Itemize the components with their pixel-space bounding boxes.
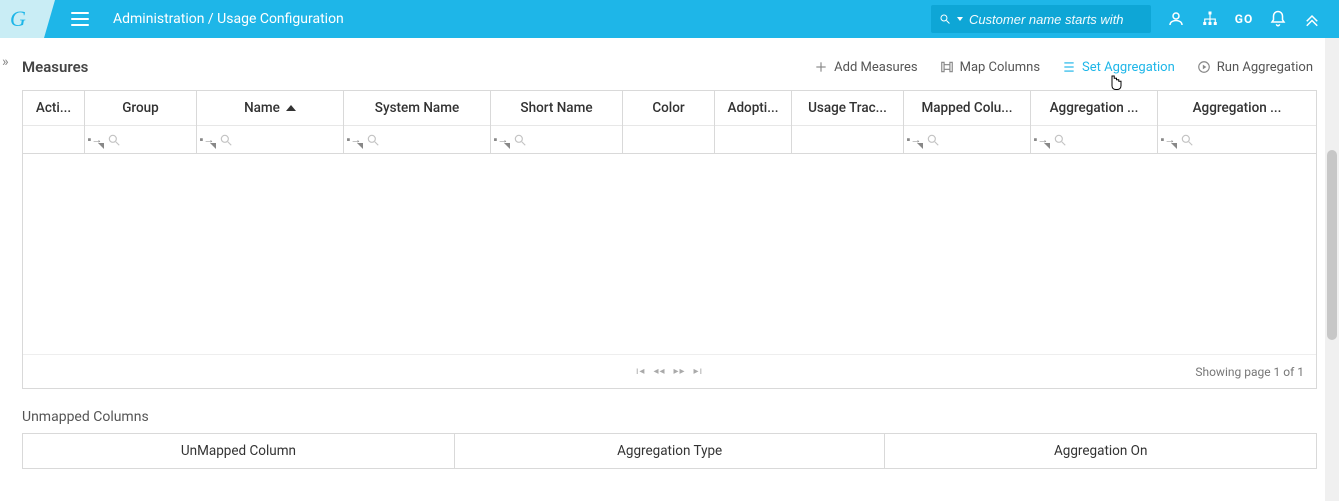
col-name-label: Name: [244, 100, 280, 116]
col-system-name[interactable]: System Name: [344, 91, 490, 125]
filter-operator-icon[interactable]: ▪→: [199, 132, 215, 148]
logo-letter: G: [10, 6, 26, 32]
filter-search-icon[interactable]: [107, 133, 121, 147]
map-columns-icon: [940, 60, 954, 74]
go-label[interactable]: GO: [1235, 10, 1253, 28]
set-aggregation-button[interactable]: Set Aggregation: [1062, 60, 1175, 75]
set-aggregation-label: Set Aggregation: [1082, 60, 1175, 75]
unmapped-grid: UnMapped Column Aggregation Type Aggrega…: [22, 433, 1317, 469]
filter-operator-icon[interactable]: ▪→: [493, 132, 509, 148]
map-columns-label: Map Columns: [960, 60, 1040, 75]
filter-search-icon[interactable]: [219, 133, 233, 147]
page-info: Showing page 1 of 1: [1195, 355, 1304, 388]
run-aggregation-button[interactable]: Run Aggregation: [1197, 60, 1313, 75]
search-dropdown-caret[interactable]: [957, 17, 963, 21]
user-avatar-icon[interactable]: [1167, 10, 1185, 28]
play-icon: [1197, 60, 1211, 74]
top-header: G Administration / Usage Configuration G…: [0, 0, 1339, 38]
plus-icon: [814, 60, 828, 74]
add-measures-label: Add Measures: [834, 60, 917, 75]
sort-asc-icon: [286, 105, 296, 111]
unmapped-section-title: Unmapped Columns: [0, 389, 1339, 433]
app-logo[interactable]: G: [0, 0, 55, 38]
scrollbar-thumb[interactable]: [1327, 150, 1337, 340]
measures-grid: Acti... Group ▪→ Name ▪→: [22, 90, 1317, 389]
col-aggregation-on[interactable]: Aggregation On: [885, 434, 1316, 468]
add-measures-button[interactable]: Add Measures: [814, 60, 917, 75]
map-columns-button[interactable]: Map Columns: [940, 60, 1040, 75]
pagination-controls: ı◂ ◂◂ ▸▸ ▸ı: [636, 366, 703, 377]
breadcrumb: Administration / Usage Configuration: [113, 11, 344, 27]
search-input[interactable]: [969, 12, 1143, 27]
vertical-scrollbar[interactable]: [1325, 38, 1339, 501]
filter-search-icon[interactable]: [926, 133, 940, 147]
col-usage-tracking[interactable]: Usage Trac...: [792, 91, 903, 125]
filter-operator-icon[interactable]: ▪→: [87, 132, 103, 148]
col-short-name[interactable]: Short Name: [491, 91, 622, 125]
col-unmapped-column[interactable]: UnMapped Column: [23, 434, 455, 468]
measures-section-title: Measures: [22, 58, 88, 76]
col-mapped-column[interactable]: Mapped Colu...: [904, 91, 1030, 125]
col-adoption[interactable]: Adopti...: [715, 91, 791, 125]
filter-operator-icon[interactable]: ▪→: [906, 132, 922, 148]
measures-grid-body: [23, 154, 1316, 354]
col-aggregation-1[interactable]: Aggregation ...: [1031, 91, 1157, 125]
notifications-icon[interactable]: [1269, 10, 1287, 28]
filter-operator-icon[interactable]: ▪→: [1033, 132, 1049, 148]
filter-operator-icon[interactable]: ▪→: [346, 132, 362, 148]
global-search[interactable]: [931, 5, 1151, 33]
col-group[interactable]: Group: [85, 91, 196, 125]
collapse-up-icon[interactable]: [1303, 10, 1321, 28]
sitemap-icon[interactable]: [1201, 10, 1219, 28]
page-last-icon[interactable]: ▸ı: [694, 366, 704, 377]
set-aggregation-icon: [1062, 60, 1076, 74]
search-icon: [939, 12, 951, 26]
filter-search-icon[interactable]: [366, 133, 380, 147]
filter-search-icon[interactable]: [513, 133, 527, 147]
col-aggregation-type[interactable]: Aggregation Type: [455, 434, 886, 468]
filter-operator-icon[interactable]: ▪→: [1160, 132, 1176, 148]
menu-icon[interactable]: [71, 12, 89, 26]
page-next-icon[interactable]: ▸▸: [674, 366, 686, 377]
page-prev-icon[interactable]: ◂◂: [653, 366, 665, 377]
page-first-icon[interactable]: ı◂: [636, 366, 646, 377]
col-name[interactable]: Name: [197, 91, 343, 125]
col-aggregation-2[interactable]: Aggregation ...: [1158, 91, 1316, 125]
col-actions[interactable]: Acti...: [23, 91, 84, 125]
filter-search-icon[interactable]: [1053, 133, 1067, 147]
run-aggregation-label: Run Aggregation: [1217, 60, 1313, 75]
filter-search-icon[interactable]: [1180, 133, 1194, 147]
col-color[interactable]: Color: [623, 91, 714, 125]
